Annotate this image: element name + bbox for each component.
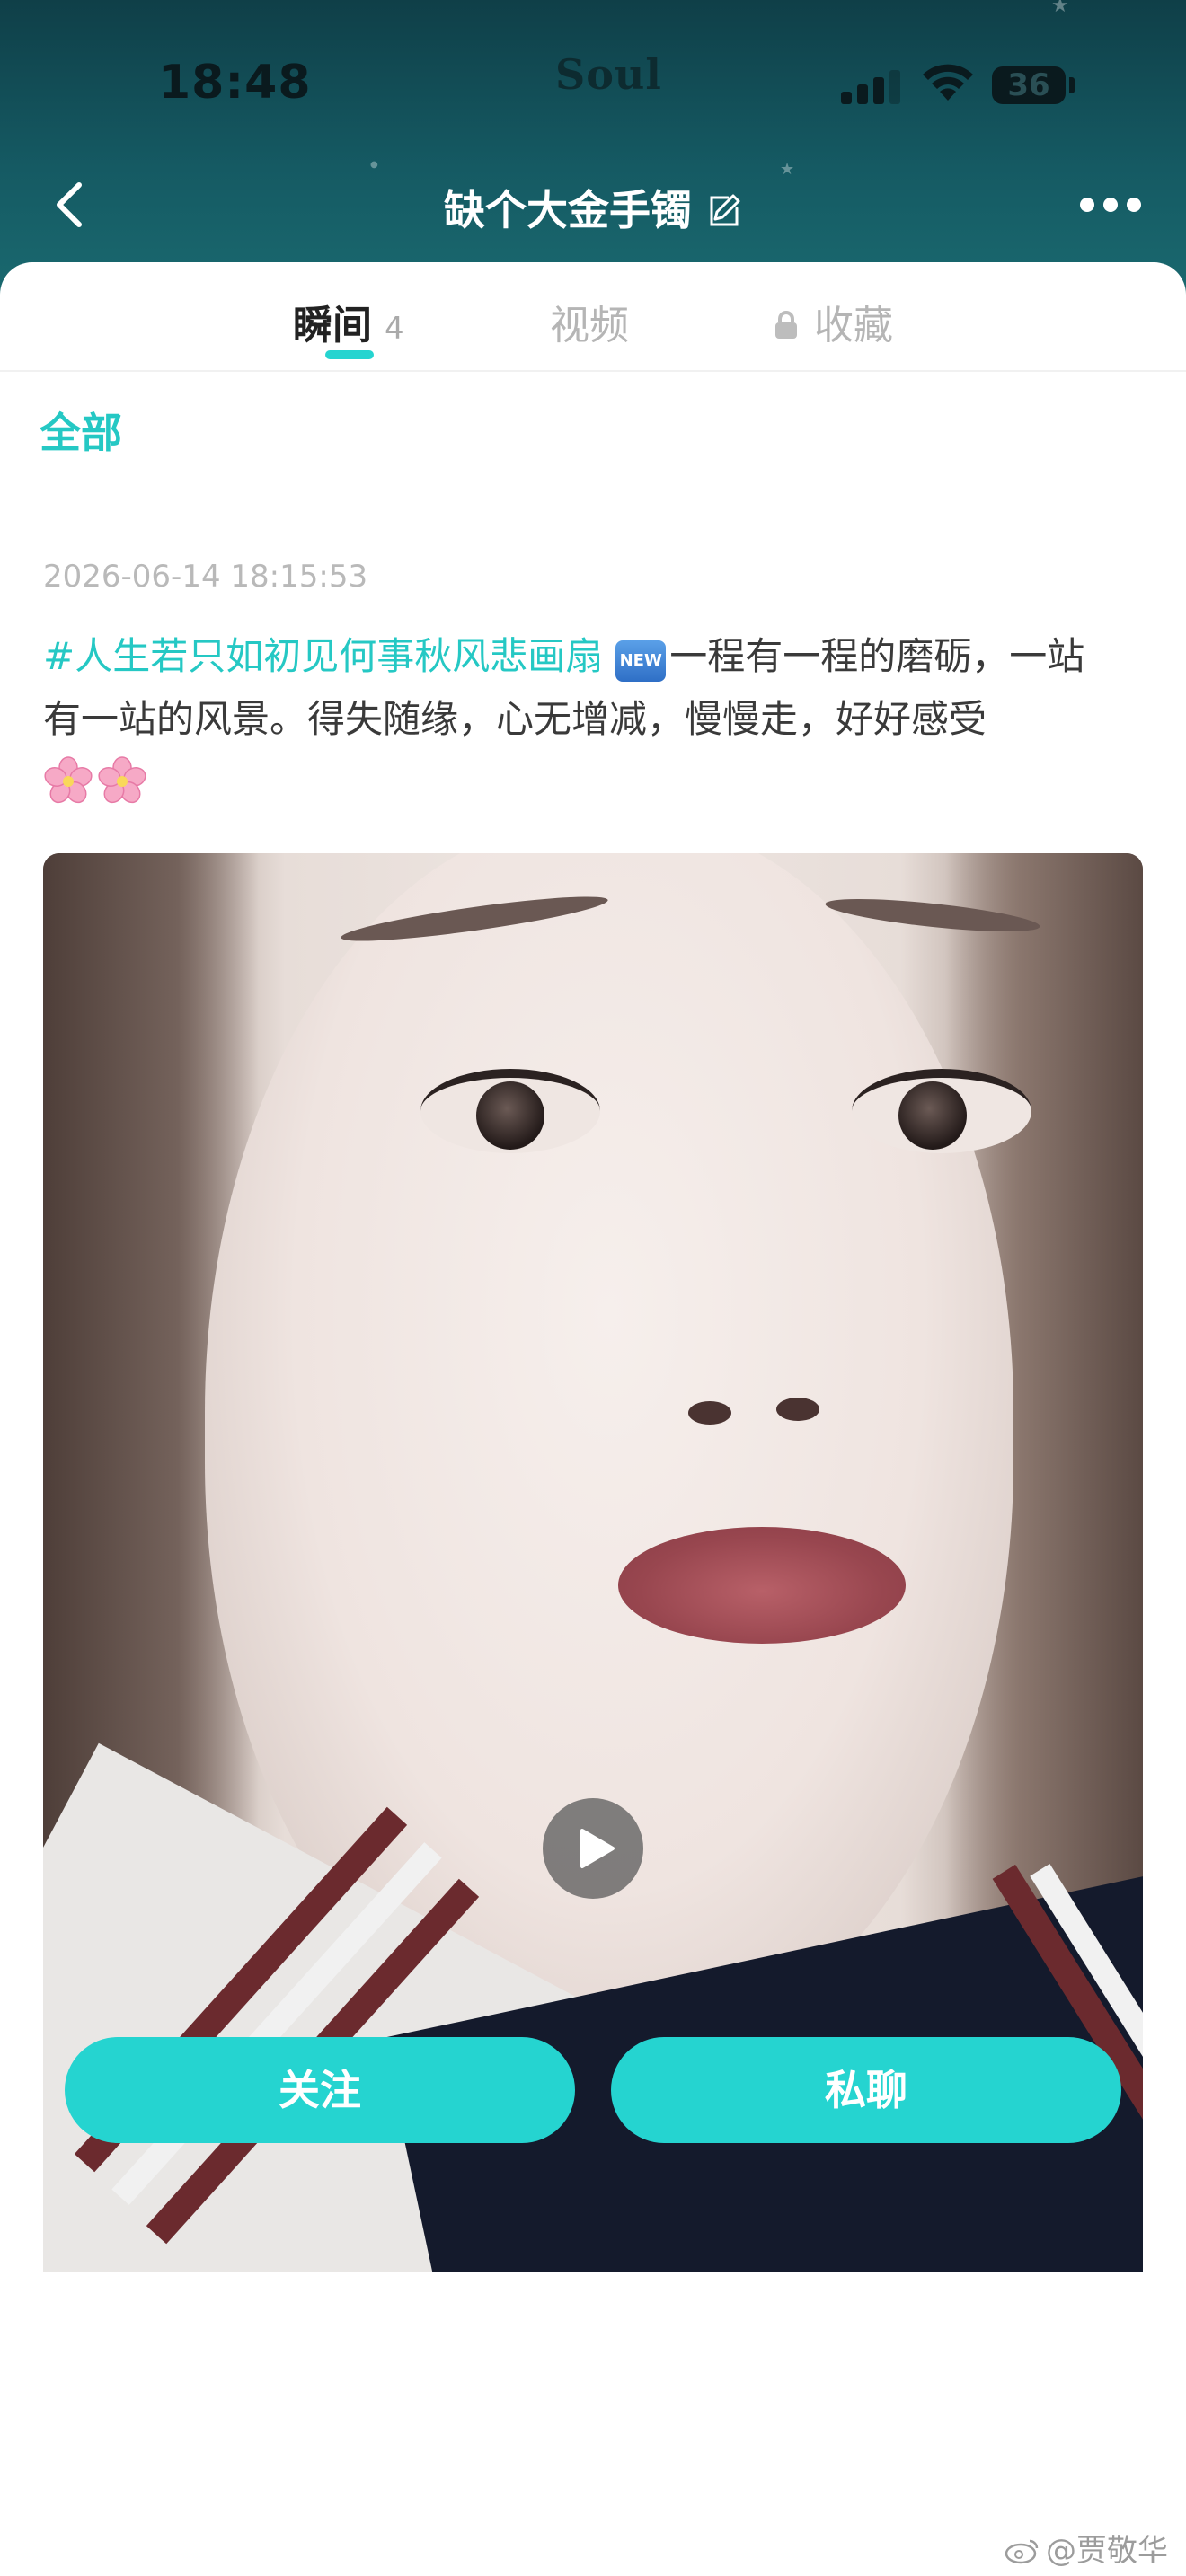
new-badge-emoji: NEW (615, 640, 667, 682)
cellular-signal-icon (841, 65, 904, 104)
thumbnail-nose (688, 1401, 731, 1425)
thumbnail-eye (420, 1069, 600, 1153)
post-timestamp: 2026-06-14 18:15:53 (43, 559, 368, 595)
tab-bar: 瞬间 4 视频 收藏 (0, 262, 1186, 372)
weibo-logo-icon (1005, 2539, 1039, 2564)
page-title[interactable]: 缺个大金手镯 (0, 178, 1186, 237)
profile-header-background: ★ ★ ● 18:48 Soul 36 缺个大金手镯 (0, 0, 1186, 305)
tab-favorites[interactable]: 收藏 (773, 293, 893, 350)
tab-moments-label: 瞬间 (293, 303, 372, 348)
tab-videos-label: 视频 (550, 303, 629, 348)
star-decoration: ★ (1051, 0, 1069, 17)
battery-tip (1069, 77, 1075, 93)
wifi-icon (923, 64, 973, 101)
status-time: 18:48 (158, 56, 312, 110)
lock-icon (775, 311, 797, 339)
play-button[interactable] (543, 1798, 643, 1899)
edit-icon[interactable] (706, 192, 742, 228)
tab-moments-count: 4 (385, 311, 404, 347)
thumbnail-eye (852, 1069, 1031, 1153)
star-decoration: ★ (780, 160, 795, 179)
profile-name: 缺个大金手镯 (444, 186, 692, 234)
post-text: #人生若只如初见何事秋风悲画扇 NEW 一程有一程的磨砺，一站有一站的风景。得失随缘… (43, 625, 1121, 814)
weibo-watermark: @贾敬华 (1005, 2526, 1168, 2570)
cherry-blossom-icon (44, 756, 93, 804)
thumbnail-nose (776, 1398, 819, 1421)
battery-indicator: 36 (992, 66, 1066, 104)
filter-all[interactable]: 全部 (40, 401, 122, 460)
tab-moments[interactable]: 瞬间 4 (293, 293, 404, 350)
active-tab-indicator (325, 350, 374, 359)
play-icon (580, 1829, 615, 1868)
content-sheet: 瞬间 4 视频 收藏 全部 2026-06-14 18:15:53 #人生若只如初… (0, 262, 1186, 2576)
cherry-blossom-icon (98, 756, 146, 804)
private-chat-button[interactable]: 私聊 (611, 2037, 1121, 2143)
follow-button[interactable]: 关注 (65, 2037, 575, 2143)
tab-videos[interactable]: 视频 (550, 293, 629, 350)
thumbnail-lips (618, 1527, 906, 1644)
app-brand: Soul (555, 50, 662, 99)
tab-favorites-label: 收藏 (814, 303, 893, 348)
star-decoration: ● (370, 160, 378, 170)
post-hashtag[interactable]: #人生若只如初见何事秋风悲画扇 (43, 634, 603, 678)
watermark-text: @贾敬华 (1046, 2533, 1168, 2569)
more-options-icon[interactable] (1080, 192, 1143, 219)
